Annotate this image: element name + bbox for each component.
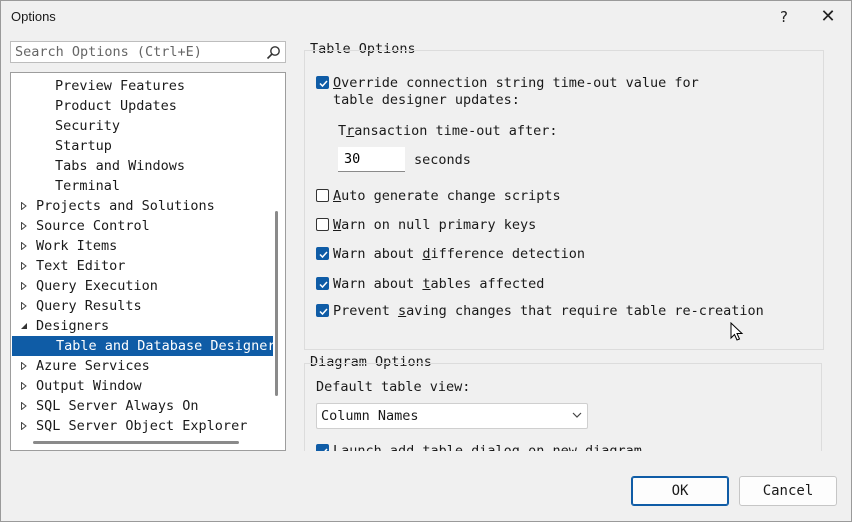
chevron-right-icon[interactable] <box>20 282 28 290</box>
tree-item[interactable]: Designers <box>11 316 273 336</box>
title-bar: Options ? ✕ <box>1 1 851 33</box>
options-tree[interactable]: Preview Features Product Updates Security S… <box>10 72 286 451</box>
default-table-view-select[interactable]: Column Names <box>316 403 588 429</box>
search-icon[interactable] <box>266 45 281 60</box>
close-button[interactable]: ✕ <box>808 3 848 31</box>
option-checkbox[interactable] <box>316 277 329 290</box>
options-dialog: Options ? ✕ Preview Features Product Upda… <box>0 0 852 522</box>
tree-item[interactable]: Product Updates <box>11 96 273 116</box>
tree-item-label: Query Execution <box>36 278 158 294</box>
tree-item-label: Startup <box>55 138 112 154</box>
tree-item[interactable]: Source Control <box>11 216 273 236</box>
tree-item-label: Azure Services <box>36 358 150 374</box>
tree-item-label: Output Window <box>36 378 142 394</box>
tree-item-label: Security <box>55 118 121 134</box>
option-checkbox-label: Warn about tables affected <box>333 276 545 292</box>
chevron-right-icon[interactable] <box>20 362 28 370</box>
option-checkbox[interactable] <box>316 247 329 260</box>
chevron-right-icon[interactable] <box>20 202 28 210</box>
tree-item[interactable]: Projects and Solutions <box>11 196 273 216</box>
default-table-view-label: Default table view: <box>316 379 471 395</box>
tree-item-label: Query Results <box>36 298 142 314</box>
tree-item[interactable]: Startup <box>11 136 273 156</box>
tree-horizontal-scrollbar[interactable] <box>33 441 239 444</box>
tree-item-label: Projects and Solutions <box>36 198 215 214</box>
timeout-unit-label: seconds <box>414 152 471 168</box>
override-timeout-label-line2: table designer updates: <box>333 92 520 108</box>
tree-item[interactable]: Security <box>11 116 273 136</box>
checkmark-icon <box>319 251 328 259</box>
option-checkbox-label: Auto generate change scripts <box>333 188 561 204</box>
default-table-view-value: Column Names <box>321 408 419 424</box>
tree-item[interactable]: Query Execution <box>11 276 273 296</box>
tree-item[interactable]: Table and Database Designers <box>12 336 284 356</box>
tree-item-label: Product Updates <box>55 98 177 114</box>
checkmark-icon <box>319 308 328 316</box>
tree-item[interactable]: Preview Features <box>11 76 273 96</box>
tree-item-label: Tabs and Windows <box>55 158 186 174</box>
cancel-button[interactable]: Cancel <box>739 476 837 506</box>
tree-item[interactable]: Query Results <box>11 296 273 316</box>
option-checkbox-label: Warn about difference detection <box>333 246 585 262</box>
tree-item-label: Work Items <box>36 238 118 254</box>
tree-list: Preview Features Product Updates Security S… <box>11 76 284 436</box>
tree-item-label: Terminal <box>55 178 121 194</box>
tree-item[interactable]: Text Editor <box>11 256 273 276</box>
tree-item[interactable]: Terminal <box>11 176 273 196</box>
chevron-right-icon[interactable] <box>20 422 28 430</box>
chevron-right-icon[interactable] <box>20 302 28 310</box>
search-options-box[interactable] <box>10 41 286 63</box>
tree-item-label: Table and Database Designers <box>56 338 284 354</box>
tree-item-label: SQL Server Object Explorer <box>36 418 248 434</box>
dialog-title: Options <box>11 9 56 24</box>
tree-item-label: SQL Server Always On <box>36 398 199 414</box>
chevron-right-icon[interactable] <box>20 242 28 250</box>
option-checkbox-label: Prevent saving changes that require tabl… <box>333 303 764 319</box>
tree-item[interactable]: Work Items <box>11 236 273 256</box>
option-checkbox-label: Warn on null primary keys <box>333 217 537 233</box>
ok-button[interactable]: OK <box>631 476 729 506</box>
chevron-down-icon <box>572 412 582 418</box>
chevron-right-icon[interactable] <box>20 222 28 230</box>
tree-item[interactable]: Azure Services <box>11 356 273 376</box>
expanded-arrow-icon[interactable] <box>20 322 28 330</box>
option-checkbox[interactable] <box>316 189 329 202</box>
mouse-pointer-icon <box>730 322 744 341</box>
chevron-right-icon[interactable] <box>20 402 28 410</box>
tree-item-label: Text Editor <box>36 258 126 274</box>
tree-item-label: Source Control <box>36 218 150 234</box>
tree-item[interactable]: SQL Server Always On <box>11 396 273 416</box>
option-checkbox[interactable] <box>316 218 329 231</box>
tree-item-label: Preview Features <box>55 78 186 94</box>
option-checkbox[interactable] <box>316 304 329 317</box>
tree-vertical-scrollbar[interactable] <box>275 211 278 396</box>
checkmark-icon <box>319 80 328 88</box>
tree-item-label: Designers <box>36 318 110 334</box>
options-panel-clip <box>304 451 844 471</box>
tree-item[interactable]: Output Window <box>11 376 273 396</box>
transaction-timeout-label: Transaction time-out after: <box>338 123 558 139</box>
checkmark-icon <box>319 281 328 289</box>
search-input[interactable] <box>11 42 269 62</box>
tree-item[interactable]: Tabs and Windows <box>11 156 273 176</box>
override-timeout-label: Override connection string time-out valu… <box>333 75 699 91</box>
help-button[interactable]: ? <box>764 3 804 31</box>
transaction-timeout-input[interactable] <box>338 147 405 172</box>
override-timeout-checkbox[interactable] <box>316 76 329 89</box>
tree-item[interactable]: SQL Server Object Explorer <box>11 416 273 436</box>
chevron-right-icon[interactable] <box>20 262 28 270</box>
chevron-right-icon[interactable] <box>20 382 28 390</box>
